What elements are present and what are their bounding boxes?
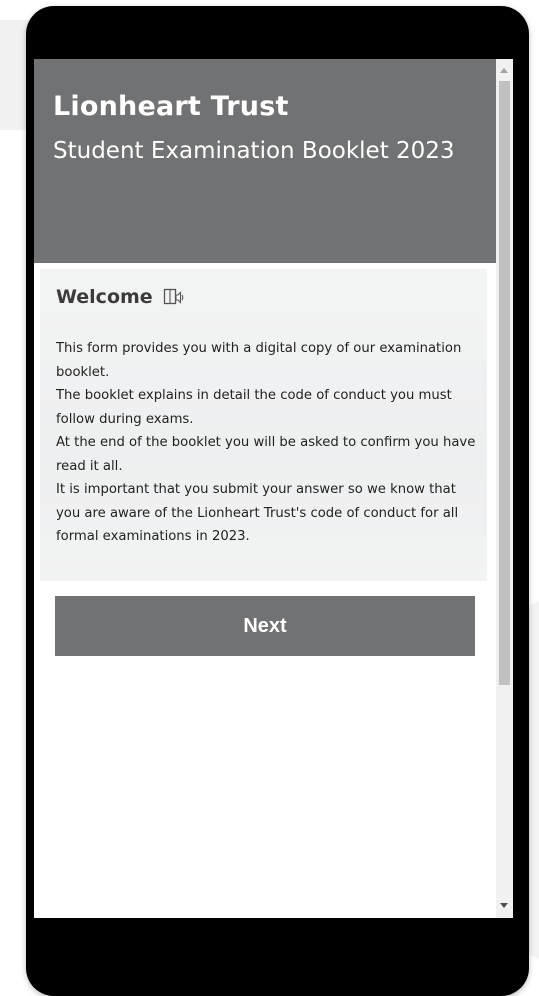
brand-title: Lionheart Trust [53,91,289,122]
scroll-up-arrow-icon[interactable] [500,68,508,73]
form-header: Lionheart Trust Student Examination Book… [34,59,496,263]
welcome-paragraph: This form provides you with a digital co… [56,341,462,380]
vertical-scrollbar[interactable] [496,59,513,918]
page: Lionheart Trust Student Examination Book… [0,0,539,996]
immersive-reader-icon[interactable] [163,287,185,307]
scroll-down-arrow-icon[interactable] [500,903,508,908]
welcome-paragraph: At the end of the booklet you will be as… [56,435,476,474]
welcome-section[interactable]: Welcome This form provides you with a di… [40,269,487,581]
scrollbar-thumb[interactable] [499,81,510,685]
welcome-title: Welcome [56,286,153,308]
welcome-body: This form provides you with a digital co… [56,337,476,549]
next-button[interactable]: Next [55,596,475,656]
welcome-heading-row: Welcome [56,286,185,308]
form-screen: Lionheart Trust Student Examination Book… [34,59,513,918]
welcome-paragraph: It is important that you submit your ans… [56,482,459,544]
welcome-paragraph: The booklet explains in detail the code … [56,388,452,427]
form-subtitle: Student Examination Booklet 2023 [53,138,455,164]
